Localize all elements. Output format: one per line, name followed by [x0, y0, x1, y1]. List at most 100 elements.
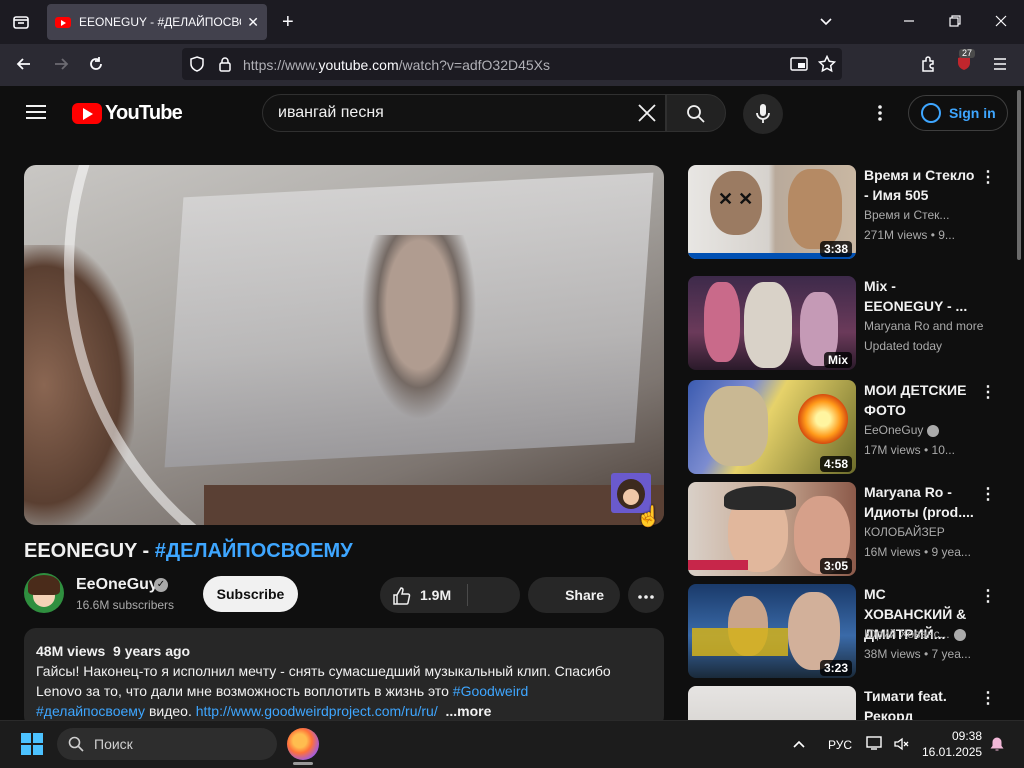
close-window-icon[interactable] [994, 14, 1008, 32]
restore-icon[interactable] [948, 14, 962, 32]
page-scrollbar[interactable] [1014, 86, 1024, 718]
subscribe-button[interactable]: Subscribe [203, 576, 298, 612]
settings-kebab-icon[interactable] [872, 104, 888, 127]
description-line-3: #делайпосвоему видео. http://www.goodwei… [36, 701, 652, 721]
url-text[interactable]: https://www.youtube.com/watch?v=adfO32D4… [243, 57, 550, 73]
scrollbar-thumb[interactable] [1017, 90, 1021, 260]
video-title: EEONEGUY - #ДЕЛАЙПОСВОЕМУ [24, 540, 353, 563]
video-frame-arc [64, 165, 664, 525]
recommended-video[interactable]: 3:23 MC ХОВАНСКИЙ & ДМИТРИЙ... Юрий Хова… [688, 584, 1000, 680]
tab-close-icon[interactable]: ✕ [247, 14, 259, 31]
action-menu-icon[interactable]: ⋮ [980, 167, 996, 187]
video-title-main: EEONEGUY - [24, 540, 155, 562]
taskbar-clock-date[interactable]: 16.01.2025 [922, 745, 982, 759]
view-count: 48M views [36, 643, 106, 659]
like-thumb-icon[interactable] [392, 586, 412, 611]
video-thumbnail[interactable] [688, 686, 856, 720]
more-actions-button[interactable] [628, 577, 664, 613]
lock-icon[interactable] [217, 56, 233, 76]
description-line-2: Lenovo за то, что дали мне возможность в… [36, 681, 652, 701]
upload-age: 9 years ago [113, 643, 191, 659]
windows-start-icon[interactable] [21, 733, 43, 755]
forward-arrow-icon[interactable] [52, 55, 70, 77]
bookmark-star-icon[interactable] [817, 54, 837, 77]
hashtag-goodweird-link[interactable]: #Goodweird [453, 683, 529, 699]
subscriber-count: 16.6M subscribers [76, 598, 175, 612]
action-menu-icon[interactable]: ⋮ [980, 484, 996, 504]
sign-in-button[interactable]: Sign in [908, 95, 1008, 131]
video-description[interactable]: 48M views 9 years ago Гайсы! Наконец-то … [24, 628, 664, 728]
action-menu-icon[interactable]: ⋮ [980, 688, 996, 708]
video-channel[interactable]: Maryana Ro and more [864, 319, 984, 333]
recommended-video[interactable]: 4:58 МОИ ДЕТСКИЕ ФОТО EeOneGuy 17M views… [688, 380, 1000, 476]
hamburger-menu-icon[interactable] [992, 56, 1008, 76]
search-icon [687, 105, 705, 123]
video-frame-cabinet [204, 485, 664, 525]
recommended-video[interactable]: Тимати feat. Рекорд Оркест... ⋮ [688, 686, 1000, 720]
taskbar-clock-time[interactable]: 09:38 [940, 729, 982, 743]
network-monitor-icon[interactable] [866, 735, 884, 756]
active-tab[interactable]: EEONEGUY - #ДЕЛАЙПОСВОЕМУ ✕ [47, 4, 267, 40]
video-channel[interactable]: КОЛОБАЙЗЕР [864, 525, 976, 539]
goodweird-url-link[interactable]: http://www.goodweirdproject.com/ru/ru/ [196, 703, 438, 719]
sign-in-label: Sign in [949, 105, 996, 121]
video-player[interactable] [24, 165, 664, 525]
dislike-button[interactable] [478, 587, 508, 607]
share-button[interactable]: Share [528, 577, 620, 613]
video-channel[interactable]: Юрий Хованс... [864, 627, 976, 641]
video-title[interactable]: МОИ ДЕТСКИЕ ФОТО [864, 380, 976, 420]
picture-in-picture-icon[interactable] [790, 56, 808, 76]
guide-menu-icon[interactable] [26, 104, 46, 125]
taskbar-search-input[interactable] [57, 728, 277, 760]
new-tab-icon[interactable]: + [282, 12, 294, 32]
recommended-video[interactable]: Mix Mix - EEONEGUY - ... Maryana Ro and … [688, 276, 1000, 372]
action-menu-icon[interactable]: ⋮ [980, 382, 996, 402]
url-host: youtube.com [318, 57, 399, 73]
reload-icon[interactable] [87, 55, 105, 77]
firefox-active-indicator [293, 762, 313, 765]
minimize-icon[interactable] [902, 14, 916, 32]
tab-list-icon[interactable] [12, 13, 30, 35]
video-title[interactable]: Время и Стекло - Имя 505 [864, 165, 976, 205]
video-title[interactable]: Mix - EEONEGUY - ... [864, 276, 976, 316]
youtube-play-icon [72, 103, 102, 124]
url-prefix: https://www. [243, 57, 319, 73]
video-duration: 3:05 [819, 558, 852, 574]
search-button[interactable] [666, 94, 726, 132]
ublock-extension-icon[interactable]: 27 [955, 49, 976, 77]
video-title[interactable]: Maryana Ro - Идиоты (prod.... [864, 482, 976, 522]
recommended-video[interactable]: ✕ ✕ 3:38 Время и Стекло - Имя 505 Время … [688, 165, 1000, 261]
action-menu-icon[interactable]: ⋮ [980, 586, 996, 606]
show-more-link[interactable]: ...more [446, 703, 492, 719]
verified-badge-icon: ✓ [154, 578, 168, 592]
chevron-down-icon[interactable] [818, 13, 834, 33]
voice-search-button[interactable] [743, 94, 783, 134]
video-stats: Updated today [864, 339, 943, 353]
hashtag-delaiposvoemu-link[interactable]: #делайпосвоему [36, 703, 145, 719]
channel-avatar[interactable] [24, 573, 64, 613]
firefox-icon[interactable] [287, 728, 319, 760]
back-arrow-icon[interactable] [15, 55, 33, 77]
tray-chevron-up-icon[interactable] [792, 737, 806, 755]
like-count[interactable]: 1.9M [420, 587, 451, 603]
youtube-logo[interactable]: YouTube [72, 102, 183, 125]
video-title[interactable]: Тимати feat. Рекорд Оркест... [864, 686, 976, 720]
like-divider [467, 584, 468, 606]
recommended-video[interactable]: 3:05 Maryana Ro - Идиоты (prod.... КОЛОБ… [688, 482, 1000, 578]
tracking-shield-icon[interactable] [189, 56, 205, 76]
volume-muted-icon[interactable] [893, 737, 909, 756]
video-title-hashtag[interactable]: #ДЕЛАЙПОСВОЕМУ [155, 540, 353, 562]
search-query-text: ивангай песня [278, 104, 384, 121]
notification-bell-icon[interactable] [989, 736, 1005, 757]
clear-search-icon[interactable] [637, 103, 657, 128]
verified-badge-icon [953, 628, 966, 641]
search-icon [68, 736, 84, 752]
channel-name[interactable]: EeOneGuy [76, 576, 158, 594]
extensions-puzzle-icon[interactable] [920, 55, 938, 77]
video-channel[interactable]: Время и Стек... [864, 208, 976, 222]
tab-title: EEONEGUY - #ДЕЛАЙПОСВОЕМУ [79, 15, 241, 29]
input-language-indicator[interactable]: РУС [828, 738, 852, 752]
hand-cursor-icon: ☝ [636, 506, 661, 528]
video-stats: 16M views • 9 yea... [864, 545, 971, 559]
video-channel[interactable]: EeOneGuy [864, 423, 976, 437]
